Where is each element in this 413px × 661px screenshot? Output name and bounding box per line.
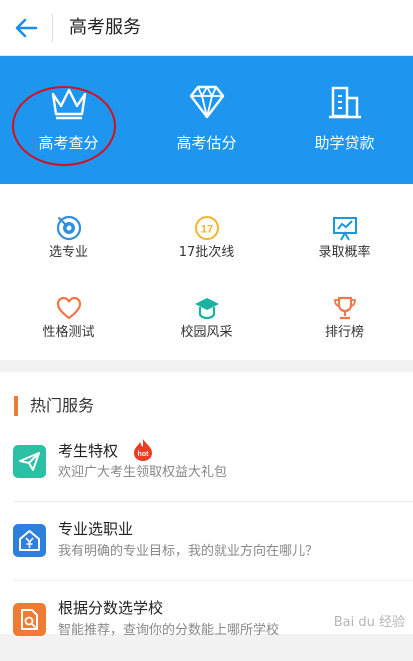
arrow-left-icon — [15, 18, 38, 38]
app-header: 高考服务 — [0, 0, 413, 56]
building-icon — [328, 86, 361, 119]
watermark: Bai du 经验 — [333, 615, 405, 630]
service-title: 根据分数选学校 — [58, 599, 164, 617]
diamond-icon — [189, 85, 224, 119]
grid-label: 录取概率 — [318, 245, 371, 260]
page-title: 高考服务 — [69, 17, 141, 38]
calendar-17-icon: 17 — [194, 216, 219, 240]
banner-item-student-loan[interactable]: 助学贷款 — [276, 56, 413, 184]
hot-services-section: 热门服务 考生特权 欢迎广大考生领取权益大礼包 hot 专业选职业 我有明确的专… — [0, 372, 413, 638]
graduation-cap-icon — [194, 298, 219, 320]
banner-label: 高考估分 — [176, 134, 237, 152]
service-grid: 选专业 17 17批次线 录取概率 性格测试 校园风采 排行榜 — [0, 184, 413, 360]
service-title: 考生特权 — [58, 442, 119, 460]
hot-badge: hot — [132, 438, 154, 462]
section-title: 热门服务 — [30, 396, 95, 415]
chart-board-icon — [332, 217, 357, 241]
heart-icon — [56, 296, 81, 320]
highlight-circle-annotation — [12, 86, 116, 166]
grid-item-campus-style[interactable]: 校园风采 — [138, 272, 275, 352]
grid-label: 排行榜 — [324, 325, 364, 340]
back-button[interactable] — [10, 12, 42, 44]
document-search-icon — [21, 609, 38, 630]
service-title: 专业选职业 — [58, 520, 134, 538]
banner-item-score-estimate[interactable]: 高考估分 — [138, 56, 275, 184]
flame-icon: hot — [134, 439, 152, 461]
service-icon-tile — [13, 524, 46, 557]
svg-text:17: 17 — [200, 224, 212, 236]
trophy-icon — [333, 296, 356, 320]
grid-item-choose-major[interactable]: 选专业 — [0, 192, 137, 272]
grid-label: 校园风采 — [180, 325, 233, 340]
paper-plane-icon — [19, 452, 40, 471]
header-divider — [52, 14, 53, 42]
grid-item-admission-rate[interactable]: 录取概率 — [276, 192, 413, 272]
grid-label: 性格测试 — [42, 325, 95, 340]
service-subtitle: 智能推荐，查询你的分数能上哪所学校 — [58, 623, 280, 638]
section-accent-bar — [14, 396, 18, 416]
service-icon-tile — [13, 445, 46, 478]
grid-item-personality-test[interactable]: 性格测试 — [0, 272, 137, 352]
svg-text:hot: hot — [138, 451, 150, 458]
grid-item-batch-line[interactable]: 17 17批次线 — [138, 192, 275, 272]
service-subtitle: 我有明确的专业目标，我的就业方向在哪儿？ — [58, 544, 319, 559]
service-icon-tile — [13, 603, 46, 636]
house-yen-icon — [19, 530, 40, 551]
grid-item-ranking[interactable]: 排行榜 — [276, 272, 413, 352]
service-row-candidate-privilege[interactable]: 考生特权 欢迎广大考生领取权益大礼包 — [0, 422, 413, 502]
target-icon — [56, 215, 81, 241]
banner-label: 助学贷款 — [314, 134, 375, 152]
service-subtitle: 欢迎广大考生领取权益大礼包 — [58, 465, 228, 480]
grid-label: 选专业 — [48, 245, 88, 260]
grid-label: 17批次线 — [178, 245, 235, 260]
service-row-major-career[interactable]: 专业选职业 我有明确的专业目标，我的就业方向在哪儿？ — [0, 502, 413, 582]
